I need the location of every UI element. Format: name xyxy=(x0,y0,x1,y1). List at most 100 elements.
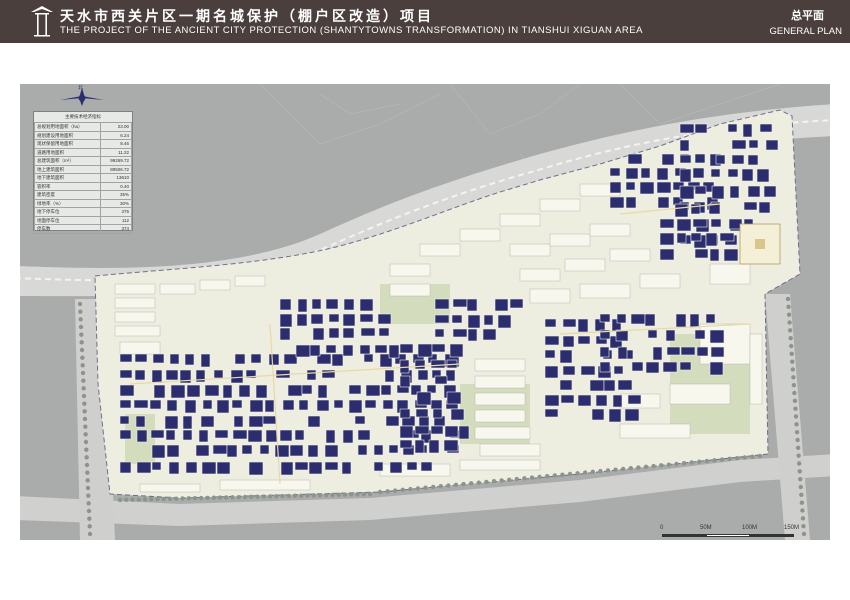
indicator-value: 0.40 xyxy=(99,181,133,191)
tree xyxy=(84,462,90,468)
tree xyxy=(80,370,86,376)
courtyard-building xyxy=(690,203,701,215)
courtyard-building xyxy=(294,429,305,441)
tree xyxy=(385,489,390,494)
courtyard-building xyxy=(279,327,291,341)
tree xyxy=(192,496,198,501)
courtyard-building xyxy=(389,461,403,474)
courtyard-building xyxy=(151,461,162,471)
tree xyxy=(552,473,557,478)
courtyard-building xyxy=(360,327,376,337)
tree xyxy=(797,469,802,474)
courtyard-building xyxy=(763,185,777,198)
tree xyxy=(636,465,641,470)
tree xyxy=(267,494,273,499)
tree xyxy=(453,482,459,487)
tree xyxy=(786,312,792,317)
courtyard-building xyxy=(363,353,374,363)
scale-bar: 0 50M 100M 150M xyxy=(660,525,800,539)
courtyard-building xyxy=(279,298,292,311)
tree xyxy=(787,328,793,333)
courtyard-building xyxy=(325,298,339,310)
tree xyxy=(801,531,807,537)
tree xyxy=(793,414,799,419)
courtyard-building xyxy=(417,343,433,358)
courtyard-building xyxy=(599,313,611,323)
courtyard-building xyxy=(134,369,146,381)
tree xyxy=(149,497,154,502)
courtyard-building xyxy=(758,201,771,214)
courtyard-building xyxy=(609,181,622,194)
tree xyxy=(174,496,179,501)
tree xyxy=(598,468,603,474)
courtyard-building xyxy=(727,168,739,178)
tree xyxy=(801,523,806,529)
tree xyxy=(86,493,91,498)
indicator-value: 23.00 xyxy=(99,122,133,132)
tree xyxy=(142,497,148,502)
courtyard-building xyxy=(414,359,426,370)
courtyard-building xyxy=(625,181,636,191)
courtyard-building xyxy=(380,384,392,396)
courtyard-building xyxy=(359,313,374,323)
courtyard-building xyxy=(259,444,270,455)
courtyard-building xyxy=(432,408,443,419)
courtyard-building xyxy=(747,154,759,166)
tree xyxy=(117,497,123,503)
tree xyxy=(82,416,88,422)
tree xyxy=(499,478,504,483)
courtyard-building xyxy=(710,168,721,178)
courtyard-building xyxy=(657,196,670,209)
courtyard-building xyxy=(559,349,573,364)
indicator-table-title: 主要技术经济指标 xyxy=(65,114,101,119)
tree xyxy=(400,487,405,493)
tree xyxy=(788,335,793,341)
courtyard-building xyxy=(692,218,708,228)
courtyard-building xyxy=(445,369,456,382)
courtyard-building xyxy=(694,248,709,259)
tree xyxy=(583,470,588,475)
tree xyxy=(476,480,481,485)
courtyard-building xyxy=(414,425,430,435)
tree xyxy=(85,478,90,483)
courtyard-building xyxy=(365,384,381,397)
courtyard-building xyxy=(656,181,672,194)
courtyard-building xyxy=(341,461,352,475)
courtyard-building xyxy=(364,399,377,409)
courtyard-building xyxy=(388,344,400,359)
courtyard-building xyxy=(282,399,295,411)
courtyard-building xyxy=(119,384,135,397)
tree xyxy=(377,489,383,495)
tree xyxy=(167,496,173,501)
tree xyxy=(605,468,611,473)
indicator-value: 6.24 xyxy=(99,130,133,140)
tree xyxy=(643,464,649,469)
courtyard-building xyxy=(756,168,770,183)
tree xyxy=(798,484,803,490)
tree xyxy=(361,491,366,497)
tree xyxy=(393,488,398,493)
courtyard-building xyxy=(414,439,425,454)
courtyard-building xyxy=(589,379,605,392)
courtyard-building xyxy=(294,461,309,471)
indicator-row: 规划建设用地面积 6.24 xyxy=(34,130,133,140)
courtyard-building xyxy=(617,346,628,360)
courtyard-building xyxy=(325,429,336,444)
courtyard-building xyxy=(710,346,725,358)
tree xyxy=(461,481,466,487)
courtyard-building xyxy=(741,168,754,182)
courtyard-building xyxy=(357,429,371,441)
courtyard-building xyxy=(359,344,371,355)
courtyard-building xyxy=(613,365,624,375)
courtyard-building xyxy=(374,344,388,354)
indicator-label: 地下建筑面积 xyxy=(34,173,101,183)
courtyard-building xyxy=(759,123,773,133)
courtyard-building xyxy=(233,415,244,428)
courtyard-building xyxy=(656,167,669,181)
courtyard-building xyxy=(690,232,702,242)
courtyard-building xyxy=(640,167,651,179)
tree xyxy=(186,496,191,501)
courtyard-building xyxy=(249,399,264,413)
courtyard-building xyxy=(731,139,747,150)
courtyard-building xyxy=(296,313,308,327)
